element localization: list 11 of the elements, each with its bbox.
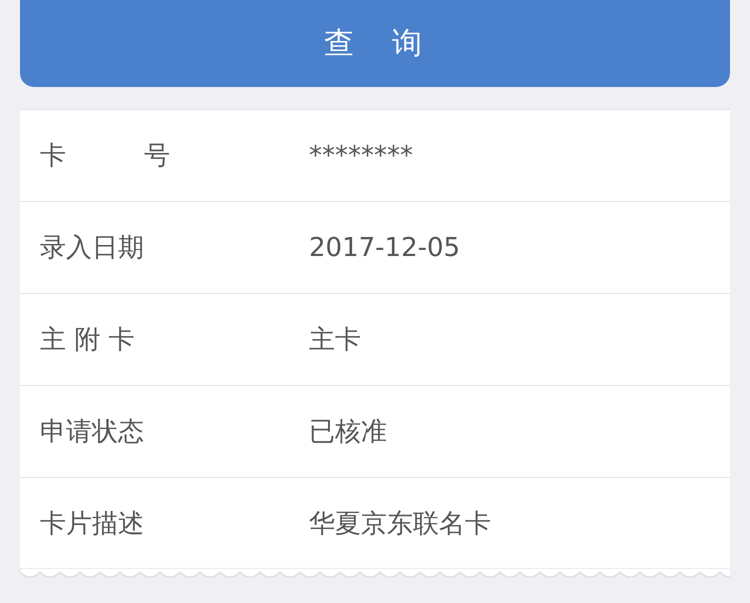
field-label: 录入日期 [40,232,145,265]
field-value: 已核准 [309,416,387,449]
field-label: 卡 号 [40,140,171,173]
query-button[interactable]: 查 询 [20,0,730,87]
field-value: 主卡 [309,324,361,357]
field-value: 2017-12-05 [309,232,460,262]
field-label: 申请状态 [40,416,145,449]
field-label: 主 附 卡 [40,324,136,357]
field-value: 华夏京东联名卡 [309,508,491,540]
field-value: ******** [309,140,413,170]
field-label: 卡片描述 [40,508,145,540]
